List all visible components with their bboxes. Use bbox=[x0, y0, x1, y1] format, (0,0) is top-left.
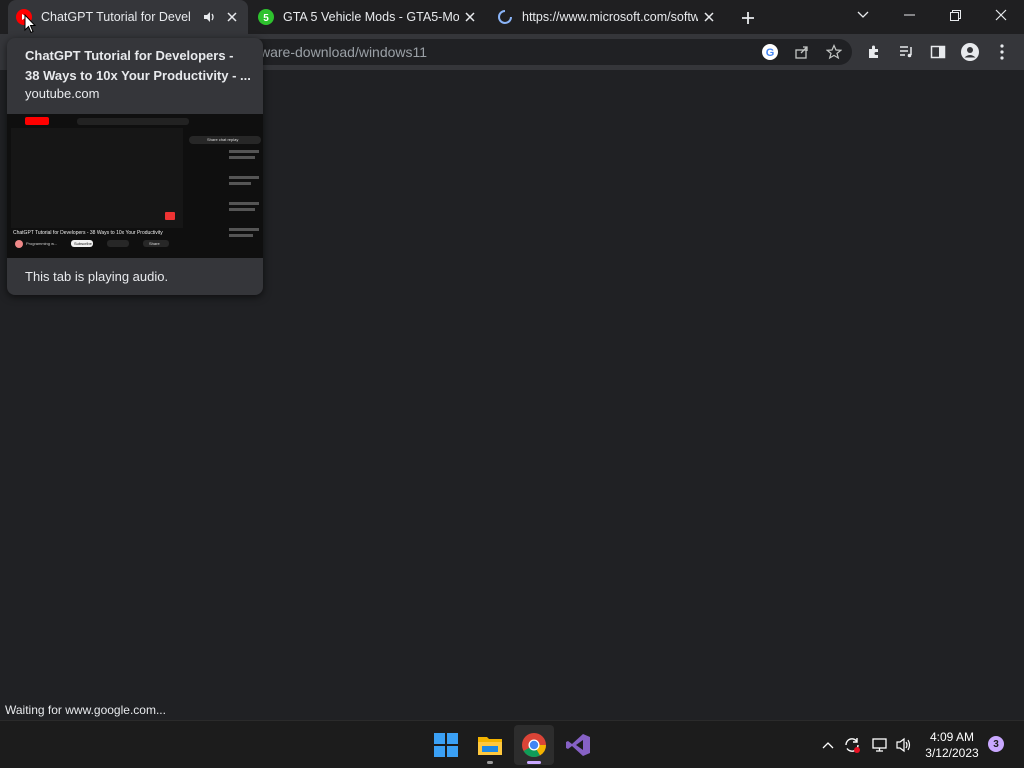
loading-spinner-icon bbox=[497, 9, 513, 25]
sync-icon[interactable] bbox=[842, 735, 862, 755]
thumbnail-share: Share bbox=[149, 241, 160, 246]
thumbnail-channel: Programming w... bbox=[26, 241, 58, 246]
windows-start-icon[interactable] bbox=[426, 725, 466, 765]
chrome-icon[interactable] bbox=[514, 725, 554, 765]
svg-text:G: G bbox=[766, 47, 775, 59]
notification-badge[interactable]: 3 bbox=[988, 736, 1004, 752]
visual-studio-icon[interactable] bbox=[558, 725, 598, 765]
gta5mods-icon: 5 bbox=[258, 9, 274, 25]
mouse-cursor-icon bbox=[24, 13, 37, 39]
speaker-icon[interactable] bbox=[202, 10, 216, 27]
tab-title: ChatGPT Tutorial for Develop bbox=[41, 10, 191, 24]
file-explorer-icon[interactable] bbox=[470, 725, 510, 765]
side-panel-icon[interactable] bbox=[928, 42, 948, 62]
tab-title: GTA 5 Vehicle Mods - GTA5-Mod bbox=[283, 10, 459, 24]
address-bar[interactable]: ware-download/windows11 G bbox=[240, 39, 852, 65]
network-icon[interactable] bbox=[870, 735, 890, 755]
clock-date: 3/12/2023 bbox=[925, 746, 979, 760]
extensions-icon[interactable] bbox=[864, 42, 884, 62]
restore-button[interactable] bbox=[932, 0, 978, 30]
tab-title: https://www.microsoft.com/softw bbox=[522, 10, 698, 24]
media-controls-icon[interactable] bbox=[896, 42, 916, 62]
hovercard-audio-status: This tab is playing audio. bbox=[25, 269, 169, 284]
tab-chatgpt-tutorial[interactable]: ChatGPT Tutorial for Develop bbox=[8, 0, 248, 34]
menu-kebab-icon[interactable] bbox=[992, 42, 1012, 62]
bookmark-star-icon[interactable] bbox=[824, 42, 844, 62]
thumbnail-video-title: ChatGPT Tutorial for Developers - 38 Way… bbox=[13, 230, 163, 236]
tab-gta5-mods[interactable]: 5 GTA 5 Vehicle Mods - GTA5-Mod bbox=[250, 0, 486, 34]
svg-text:5: 5 bbox=[263, 13, 269, 24]
tab-microsoft[interactable]: https://www.microsoft.com/softw bbox=[489, 0, 725, 34]
running-indicator bbox=[487, 761, 493, 764]
system-clock[interactable]: 4:09 AM 3/12/2023 bbox=[920, 729, 984, 761]
profile-avatar-icon[interactable] bbox=[960, 42, 980, 62]
status-bubble: Waiting for www.google.com... bbox=[0, 700, 171, 720]
volume-icon[interactable] bbox=[894, 735, 914, 755]
clock-time: 4:09 AM bbox=[929, 730, 975, 744]
close-tab-icon[interactable] bbox=[462, 9, 478, 25]
new-tab-button[interactable] bbox=[738, 8, 758, 28]
close-window-button[interactable] bbox=[978, 0, 1024, 30]
tab-search-button[interactable] bbox=[840, 0, 886, 30]
google-lens-icon[interactable]: G bbox=[760, 42, 780, 62]
chevron-up-icon[interactable] bbox=[818, 735, 838, 755]
close-tab-icon[interactable] bbox=[701, 9, 717, 25]
running-indicator bbox=[527, 761, 541, 764]
thumbnail-search-text: Share chat replay bbox=[207, 137, 239, 142]
thumbnail-subscribe: Subscribe bbox=[74, 241, 92, 246]
share-icon[interactable] bbox=[792, 42, 812, 62]
tab-preview-thumbnail: Share chat replay ChatGPT Tutorial for D… bbox=[7, 114, 263, 258]
hovercard-title: ChatGPT Tutorial for Developers - 38 Way… bbox=[25, 48, 251, 83]
windows-taskbar: 4:09 AM 3/12/2023 3 bbox=[0, 720, 1024, 768]
address-bar-url: ware-download/windows11 bbox=[260, 44, 428, 60]
tab-strip: ChatGPT Tutorial for Develop 5 GTA 5 Veh… bbox=[0, 0, 1024, 34]
tab-hover-card: ChatGPT Tutorial for Developers - 38 Way… bbox=[7, 38, 263, 295]
close-tab-icon[interactable] bbox=[224, 9, 240, 25]
minimize-button[interactable] bbox=[886, 0, 932, 30]
hovercard-domain: youtube.com bbox=[25, 86, 100, 101]
